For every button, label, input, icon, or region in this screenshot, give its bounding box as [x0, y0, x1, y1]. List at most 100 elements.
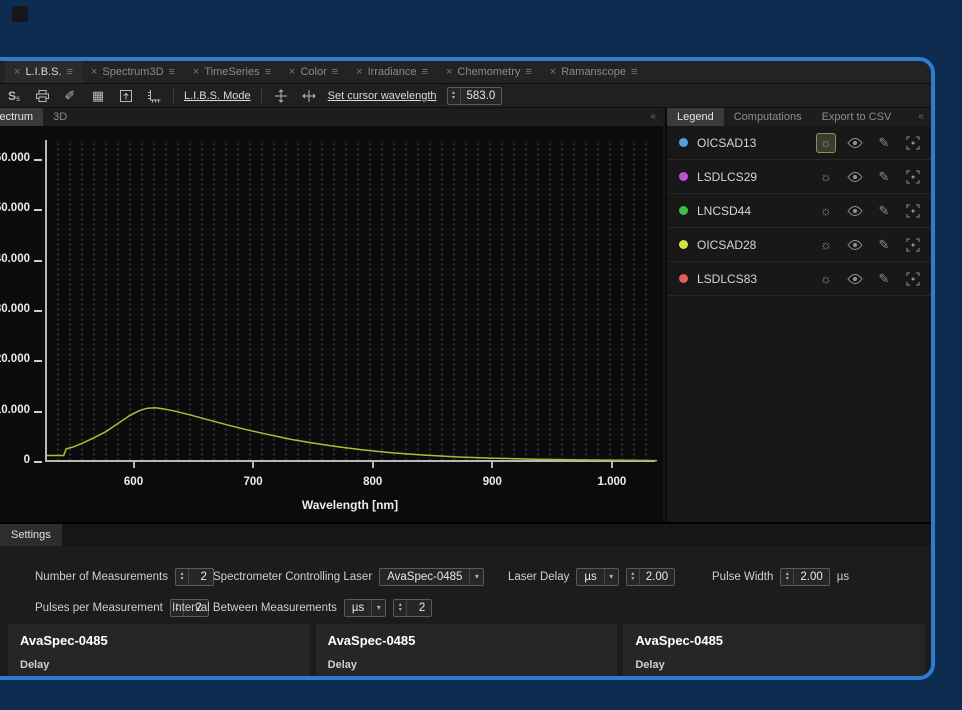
menu-icon[interactable]: ≡ — [265, 66, 271, 78]
close-icon[interactable]: × — [289, 66, 295, 78]
chevron-down-icon[interactable]: ▾ — [371, 600, 385, 616]
stepper-arrows-icon[interactable]: ▴▾ — [176, 569, 189, 585]
legend-item[interactable]: LNCSD44 ☼ ✎ — [667, 194, 931, 228]
set-cursor-wavelength-button[interactable]: Set cursor wavelength — [328, 90, 437, 102]
close-icon[interactable]: × — [550, 66, 556, 78]
laser-delay-unit-select[interactable]: µs ▾ — [576, 568, 618, 586]
cursor-horizontal-button[interactable] — [300, 87, 318, 105]
collapse-icon[interactable]: « — [911, 108, 931, 126]
stepper-arrows-icon[interactable]: ▴▾ — [394, 600, 407, 616]
device-card[interactable]: AvaSpec-0485 Delay — [623, 624, 925, 680]
device-card[interactable]: AvaSpec-0485 Delay — [8, 624, 310, 680]
tab-export-to-csv[interactable]: Export to CSV — [812, 108, 902, 126]
interval-unit[interactable]: µs — [345, 600, 371, 616]
edit-button[interactable]: ✎ — [874, 235, 894, 255]
device-card[interactable]: AvaSpec-0485 Delay — [316, 624, 618, 680]
visibility-button[interactable] — [845, 235, 865, 255]
spin-down-icon[interactable]: ▾ — [180, 577, 183, 582]
interval-value[interactable]: 2 — [407, 600, 431, 616]
spectrum-plot[interactable] — [45, 140, 655, 462]
pulse-width-value[interactable]: 2.00 — [794, 569, 828, 585]
stepper-arrows-icon[interactable]: ▴ ▾ — [448, 88, 461, 104]
spin-down-icon[interactable]: ▾ — [786, 577, 789, 582]
tab-3d-view[interactable]: 3D — [43, 108, 77, 126]
tab-legend[interactable]: Legend — [667, 108, 724, 126]
brightness-button[interactable]: ☼ — [816, 201, 836, 221]
brightness-button[interactable]: ☼ — [816, 269, 836, 289]
interval-stepper[interactable]: ▴▾ 2 — [393, 599, 432, 617]
tab-irradiance[interactable]: × Irradiance ≡ — [347, 61, 437, 83]
menu-icon[interactable]: ≡ — [67, 66, 73, 78]
edit-button[interactable]: ✎ — [874, 133, 894, 153]
cursor-vertical-button[interactable] — [272, 87, 290, 105]
annotate-button[interactable]: ✐ — [61, 87, 79, 105]
close-icon[interactable]: × — [193, 66, 199, 78]
pan-button[interactable] — [903, 133, 923, 153]
spin-down-icon[interactable]: ▾ — [399, 608, 402, 613]
print-button[interactable] — [33, 87, 51, 105]
brightness-button[interactable]: ☼ — [816, 235, 836, 255]
edit-button[interactable]: ✎ — [874, 269, 894, 289]
pan-button[interactable] — [903, 269, 923, 289]
legend-item[interactable]: OICSAD28 ☼ ✎ — [667, 228, 931, 262]
menu-icon[interactable]: ≡ — [631, 66, 637, 78]
libs-mode-button[interactable]: L.I.B.S. Mode — [184, 90, 251, 102]
tab-timeseries[interactable]: × TimeSeries ≡ — [184, 61, 280, 83]
cursor-wavelength-value[interactable]: 583.0 — [461, 88, 502, 104]
chart-panel: Spectrum 3D « Wavelength [nm] 6007008009… — [0, 108, 663, 522]
spectrometer-value[interactable]: AvaSpec-0485 — [380, 569, 469, 585]
stepper-arrows-icon[interactable]: ▴▾ — [781, 569, 794, 585]
collapse-icon[interactable]: « — [643, 108, 663, 126]
chevron-down-icon[interactable]: ▾ — [604, 569, 618, 585]
tab-label: Irradiance — [368, 66, 417, 78]
tab-computations[interactable]: Computations — [724, 108, 812, 126]
spin-down-icon[interactable]: ▾ — [452, 96, 455, 101]
tab-chemometry[interactable]: × Chemometry ≡ — [437, 61, 541, 83]
pan-button[interactable] — [903, 235, 923, 255]
stepper-arrows-icon[interactable]: ▴▾ — [627, 569, 640, 585]
tab-spectrum3d[interactable]: × Spectrum3D ≡ — [82, 61, 184, 83]
pan-button[interactable] — [903, 201, 923, 221]
edit-button[interactable]: ✎ — [874, 167, 894, 187]
number-of-measurements-stepper[interactable]: ▴▾ 2 — [175, 568, 214, 586]
edit-button[interactable]: ✎ — [874, 201, 894, 221]
export-image-button[interactable] — [117, 87, 135, 105]
grid-button[interactable]: ▦ — [89, 87, 107, 105]
app-window: × L.I.B.S. ≡ × Spectrum3D ≡ × TimeSeries… — [0, 57, 935, 680]
tab-libs[interactable]: × L.I.B.S. ≡ — [5, 61, 82, 83]
close-icon[interactable]: × — [446, 66, 452, 78]
interval-unit-select[interactable]: µs ▾ — [344, 599, 386, 617]
save-spectrum-button[interactable]: Ss — [5, 87, 23, 105]
legend-item[interactable]: LSDLCS29 ☼ ✎ — [667, 160, 931, 194]
visibility-button[interactable] — [845, 167, 865, 187]
brightness-button[interactable]: ☼ — [816, 133, 836, 153]
visibility-button[interactable] — [845, 201, 865, 221]
close-icon[interactable]: × — [356, 66, 362, 78]
cursor-wavelength-stepper[interactable]: ▴ ▾ 583.0 — [447, 87, 503, 105]
menu-icon[interactable]: ≡ — [422, 66, 428, 78]
tab-settings[interactable]: Settings — [0, 524, 62, 546]
laser-delay-unit[interactable]: µs — [577, 569, 603, 585]
legend-item[interactable]: OICSAD13 ☼ ✎ — [667, 126, 931, 160]
visibility-button[interactable] — [845, 133, 865, 153]
number-of-measurements-value[interactable]: 2 — [189, 569, 213, 585]
brightness-button[interactable]: ☼ — [816, 167, 836, 187]
visibility-button[interactable] — [845, 269, 865, 289]
menu-icon[interactable]: ≡ — [169, 66, 175, 78]
axes-button[interactable] — [145, 87, 163, 105]
legend-item[interactable]: LSDLCS83 ☼ ✎ — [667, 262, 931, 296]
close-icon[interactable]: × — [14, 66, 20, 78]
laser-delay-value[interactable]: 2.00 — [640, 569, 674, 585]
pulse-width-stepper[interactable]: ▴▾ 2.00 — [780, 568, 829, 586]
chevron-down-icon[interactable]: ▾ — [469, 569, 483, 585]
tab-spectrum-view[interactable]: Spectrum — [0, 108, 43, 126]
menu-icon[interactable]: ≡ — [332, 66, 338, 78]
tab-color[interactable]: × Color ≡ — [280, 61, 347, 83]
pan-button[interactable] — [903, 167, 923, 187]
laser-delay-stepper[interactable]: ▴▾ 2.00 — [626, 568, 675, 586]
close-icon[interactable]: × — [91, 66, 97, 78]
tab-ramanscope[interactable]: × Ramanscope ≡ — [541, 61, 647, 83]
spin-down-icon[interactable]: ▾ — [631, 577, 634, 582]
menu-icon[interactable]: ≡ — [525, 66, 531, 78]
spectrometer-select[interactable]: AvaSpec-0485 ▾ — [379, 568, 484, 586]
